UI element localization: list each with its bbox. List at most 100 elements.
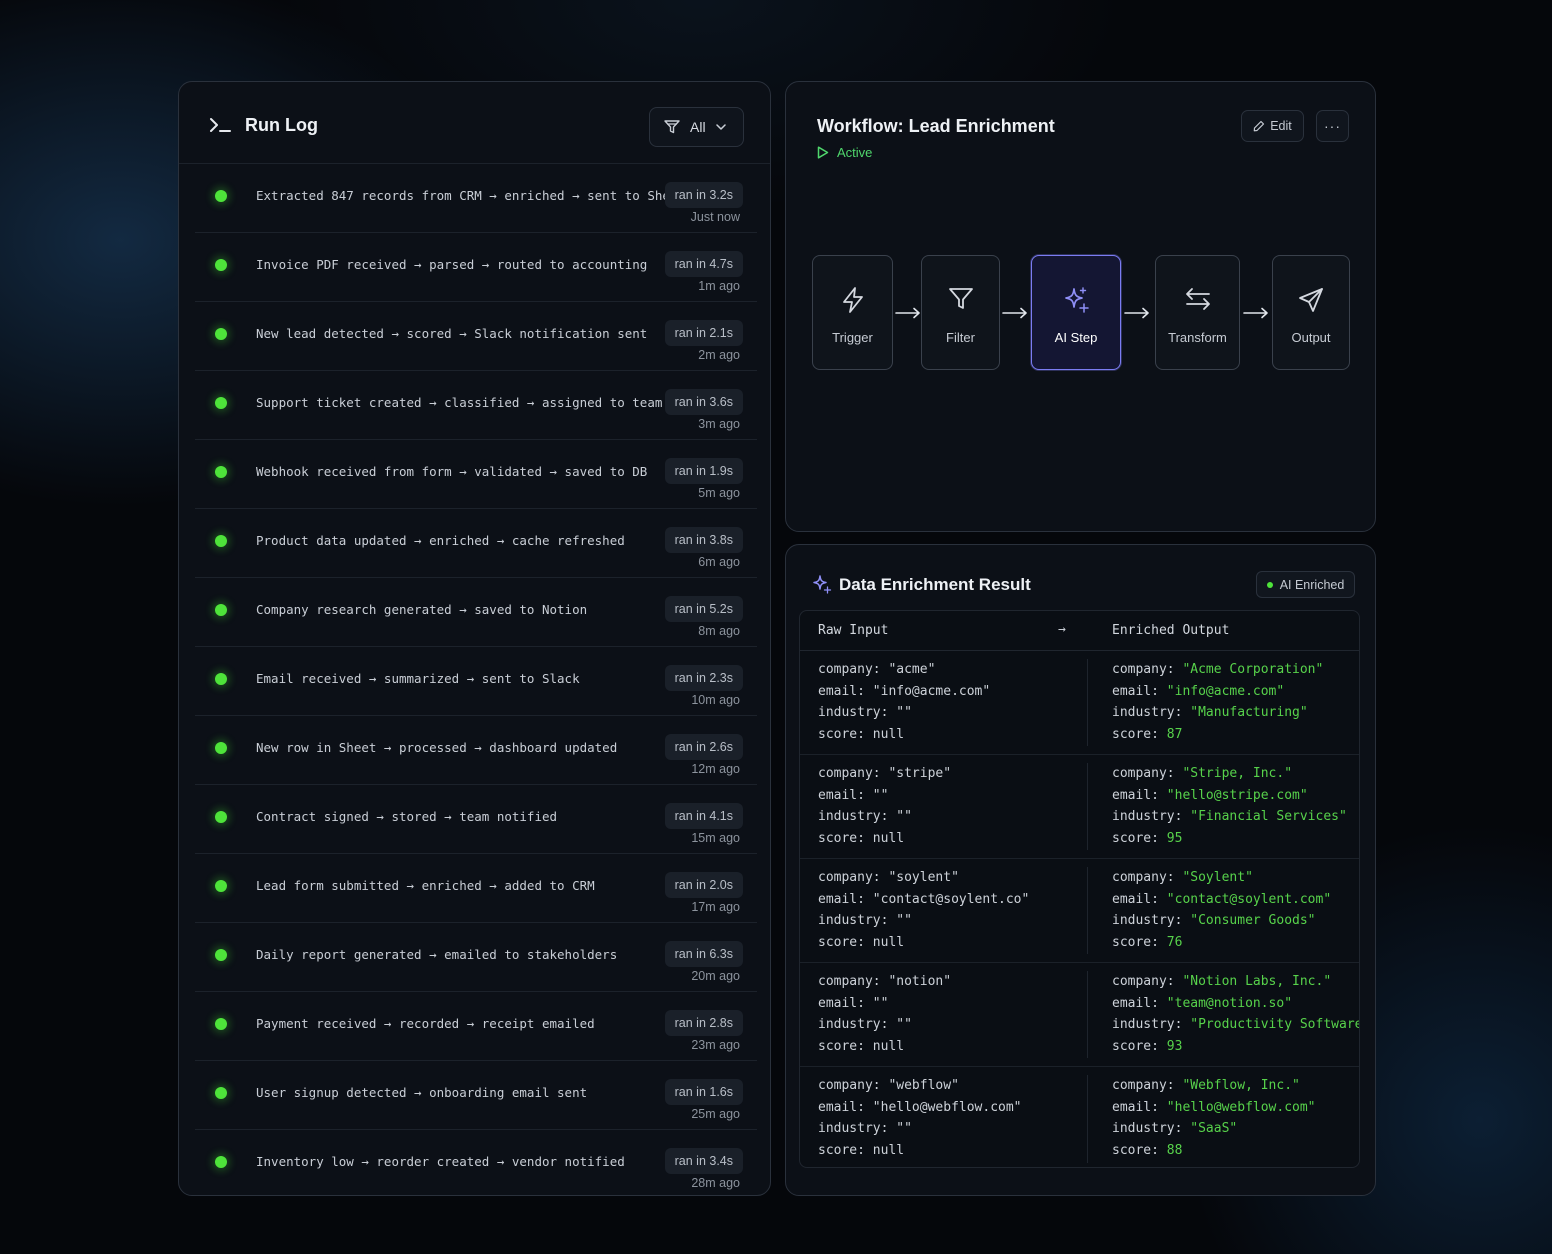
- node-ai-step[interactable]: AI Step: [1031, 255, 1121, 370]
- input-value-company: "stripe": [888, 766, 952, 781]
- column-divider: [1087, 867, 1088, 954]
- run-description: Webhook received from form → validated →…: [256, 464, 648, 479]
- input-value-industry: "": [896, 705, 912, 720]
- output-value-industry: "Manufacturing": [1190, 705, 1308, 720]
- more-icon: ···: [1324, 118, 1341, 134]
- output-value-email: "info@acme.com": [1166, 683, 1285, 699]
- output-field-email: email: "info@acme.com": [1112, 683, 1285, 699]
- input-field-company: company: "notion": [818, 974, 952, 989]
- input-value-score: null: [872, 726, 905, 742]
- node-label: Output: [1291, 330, 1331, 345]
- status-dot: [215, 811, 227, 823]
- raw-input-header: Raw Input: [818, 623, 889, 638]
- input-value-company: "acme": [888, 662, 936, 677]
- output-value-company: "Stripe, Inc.": [1182, 766, 1293, 781]
- status-dot: [215, 328, 227, 340]
- run-log-entry[interactable]: Payment received → recorded → receipt em…: [195, 992, 757, 1061]
- status-dot: [1266, 581, 1273, 588]
- workflow-title: Workflow: Lead Enrichment: [817, 116, 1055, 136]
- input-value-industry: "": [896, 1121, 912, 1136]
- enriched-output-cell: company: "Stripe, Inc." email: "hello@str…: [1112, 763, 1347, 849]
- duration-badge: ran in 2.1s: [664, 320, 743, 346]
- timestamp: 17m ago: [691, 900, 740, 914]
- duration-badge: ran in 4.7s: [664, 251, 743, 277]
- raw-input-cell: company: "webflow" email: "hello@webflow.…: [818, 1075, 1022, 1161]
- duration-badge: ran in 2.6s: [664, 734, 743, 760]
- timestamp: 23m ago: [691, 1038, 740, 1052]
- run-log-entry[interactable]: User signup detected → onboarding email …: [195, 1061, 757, 1130]
- data-enrichment-panel: Data Enrichment Result AI Enriched Raw I…: [785, 544, 1376, 1196]
- run-log-entry[interactable]: Extracted 847 records from CRM → enriche…: [195, 164, 757, 233]
- input-field-company: company: "stripe": [818, 766, 952, 781]
- input-value-score: null: [872, 934, 905, 950]
- enrichment-table-header: Raw Input → Enriched Output: [800, 611, 1359, 651]
- input-value-email: "info@acme.com": [872, 683, 991, 699]
- filter-dropdown[interactable]: All: [649, 107, 744, 147]
- run-log-entry[interactable]: Company research generated → saved to No…: [195, 578, 757, 647]
- output-value-industry: "Financial Services": [1190, 809, 1347, 824]
- run-log-entry[interactable]: Product data updated → enriched → cache …: [195, 509, 757, 578]
- chevron-down-icon: [715, 124, 726, 130]
- run-log-entry[interactable]: Email received → summarized → sent to Sl…: [195, 647, 757, 716]
- duration-badge: ran in 3.6s: [664, 389, 743, 415]
- enrichment-row: company: "stripe" email: "" industry: "" sc…: [800, 755, 1359, 859]
- enriched-output-header: Enriched Output: [1112, 623, 1230, 638]
- run-description: Product data updated → enriched → cache …: [256, 533, 625, 548]
- run-log-entry[interactable]: Contract signed → stored → team notified…: [195, 785, 757, 854]
- more-options-button[interactable]: ···: [1316, 110, 1349, 142]
- node-trigger[interactable]: Trigger: [812, 255, 893, 370]
- output-field-company: company: "Soylent": [1112, 870, 1253, 885]
- input-field-company: company: "webflow": [818, 1078, 959, 1093]
- node-transform[interactable]: Transform: [1155, 255, 1240, 370]
- input-field-company: company: "acme": [818, 662, 936, 677]
- flow-arrow: [1243, 306, 1269, 319]
- timestamp: Just now: [690, 210, 740, 224]
- output-value-email: "hello@stripe.com": [1166, 787, 1308, 803]
- timestamp: 2m ago: [698, 348, 740, 362]
- run-log-entry[interactable]: Lead form submitted → enriched → added t…: [195, 854, 757, 923]
- enriched-output-cell: company: "Soylent" email: "contact@soylen…: [1112, 867, 1331, 953]
- run-description: User signup detected → onboarding email …: [256, 1085, 588, 1100]
- terminal-icon: [210, 118, 231, 132]
- input-value-industry: "": [896, 1017, 912, 1032]
- run-log-entry[interactable]: Invoice PDF received → parsed → routed t…: [195, 233, 757, 302]
- status-dot: [215, 673, 227, 685]
- output-field-email: email: "hello@webflow.com": [1112, 1099, 1316, 1115]
- input-field-company: company: "soylent": [818, 870, 959, 885]
- sparkle-icon: [813, 575, 832, 594]
- run-log-entry[interactable]: Webhook received from form → validated →…: [195, 440, 757, 509]
- input-value-email: "": [872, 995, 889, 1011]
- node-filter[interactable]: Filter: [921, 255, 1000, 370]
- input-field-industry: industry: "": [818, 705, 912, 720]
- enriched-output-cell: company: "Acme Corporation" email: "info@…: [1112, 659, 1323, 745]
- status-dot: [215, 1018, 227, 1030]
- output-field-email: email: "contact@soylent.com": [1112, 891, 1332, 907]
- timestamp: 15m ago: [691, 831, 740, 845]
- timestamp: 25m ago: [691, 1107, 740, 1121]
- duration-badge: ran in 5.2s: [664, 596, 743, 622]
- input-field-industry: industry: "": [818, 809, 912, 824]
- timestamp: 1m ago: [698, 279, 740, 293]
- node-output[interactable]: Output: [1272, 255, 1350, 370]
- output-field-industry: industry: "Manufacturing": [1112, 705, 1308, 720]
- input-value-company: "webflow": [888, 1078, 959, 1093]
- run-description: Daily report generated → emailed to stak…: [256, 947, 618, 962]
- input-field-email: email: "hello@webflow.com": [818, 1099, 1022, 1115]
- enriched-output-cell: company: "Notion Labs, Inc." email: "team…: [1112, 971, 1359, 1057]
- run-description: Company research generated → saved to No…: [256, 602, 588, 617]
- output-field-score: score: 88: [1112, 1142, 1183, 1158]
- edit-button[interactable]: Edit: [1241, 110, 1304, 142]
- output-value-score: 88: [1166, 1142, 1183, 1158]
- timestamp: 8m ago: [698, 624, 740, 638]
- raw-input-cell: company: "stripe" email: "" industry: "" sc…: [818, 763, 951, 849]
- run-log-entry[interactable]: Support ticket created → classified → as…: [195, 371, 757, 440]
- run-description: Extracted 847 records from CRM → enriche…: [256, 188, 693, 203]
- input-value-industry: "": [896, 809, 912, 824]
- enriched-output-cell: company: "Webflow, Inc." email: "hello@we…: [1112, 1075, 1316, 1161]
- enrichment-table: Raw Input → Enriched Output company: "ac…: [799, 610, 1360, 1168]
- run-log-entry[interactable]: Inventory low → reorder created → vendor…: [195, 1130, 757, 1195]
- run-log-entry[interactable]: New row in Sheet → processed → dashboard…: [195, 716, 757, 785]
- run-log-entry[interactable]: New lead detected → scored → Slack notif…: [195, 302, 757, 371]
- run-log-entry[interactable]: Daily report generated → emailed to stak…: [195, 923, 757, 992]
- output-field-industry: industry: "SaaS": [1112, 1121, 1238, 1136]
